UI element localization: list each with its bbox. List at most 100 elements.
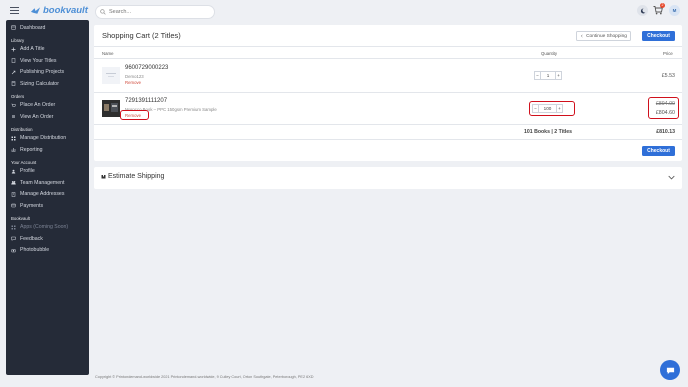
sidebar-item-label: Manage Distribution (20, 135, 67, 142)
sidebar-item-feedback[interactable]: Feedback (6, 233, 89, 245)
sidebar-item-apps: Apps (Coming Soon) (6, 222, 89, 234)
decrement-button[interactable]: − (534, 71, 541, 80)
list-icon (12, 115, 15, 118)
sidebar-item-dashboard[interactable]: Dashboard (6, 22, 89, 34)
product-isbn: 7291391111207 (125, 98, 168, 104)
search-input[interactable] (109, 9, 209, 15)
menu-icon[interactable] (10, 7, 19, 15)
chart-icon (11, 148, 16, 153)
sidebar-item-label: Profile (20, 168, 35, 175)
sidebar-item-manage-addresses[interactable]: Manage Addresses (6, 189, 89, 201)
search-icon (100, 9, 106, 15)
sidebar-item-label: Dashboard (20, 24, 46, 31)
sidebar-item-view-order[interactable]: View An Order (6, 111, 89, 123)
product-thumbnail (102, 100, 120, 117)
increment-button[interactable]: + (555, 71, 562, 80)
avatar[interactable]: M (669, 5, 680, 16)
highlight-annotation (529, 101, 575, 116)
divider (94, 92, 682, 93)
sidebar-section-distribution: Distribution (11, 126, 33, 132)
remove-link[interactable]: Remove (125, 80, 141, 85)
estimate-shipping-header[interactable]: Estimate Shipping (101, 173, 164, 180)
divider (94, 139, 682, 140)
sidebar-item-add-title[interactable]: Add A Title (6, 44, 89, 56)
highlight-annotation (120, 109, 149, 120)
grid-icon (11, 136, 16, 141)
chat-icon (666, 367, 674, 374)
sidebar-item-label: Place An Order (20, 102, 56, 109)
sidebar-item-label: Reporting (20, 146, 43, 153)
user-icon (11, 169, 16, 174)
credit-card-icon (11, 204, 16, 208)
dark-mode-toggle[interactable] (637, 5, 648, 16)
search-bar[interactable] (95, 5, 215, 19)
sidebar-item-label: Photobubble (20, 247, 50, 254)
quantity-input[interactable]: 1 (541, 71, 555, 80)
estimate-shipping-panel[interactable]: Estimate Shipping (94, 167, 682, 189)
quantity-stepper[interactable]: − 1 + (534, 71, 562, 80)
sidebar-item-reporting[interactable]: Reporting (6, 144, 89, 156)
cart-icon (11, 103, 16, 107)
column-header-name: Name (102, 51, 114, 56)
page-title: Shopping Cart (2 Titles) (102, 31, 181, 40)
cart-button[interactable]: 2 (653, 3, 665, 16)
book-cover-image (106, 73, 116, 77)
book-icon (11, 58, 16, 63)
continue-shopping-button[interactable]: Continue Shopping (576, 31, 631, 41)
book-cover-image (102, 100, 120, 117)
sidebar-item-label: Feedback (20, 235, 43, 242)
chat-widget-button[interactable] (660, 360, 680, 380)
plus-icon (11, 47, 16, 52)
team-icon (11, 181, 16, 185)
sidebar-item-photobubble[interactable]: Photobubble (6, 245, 89, 257)
checkout-button-bottom[interactable]: Checkout (642, 146, 675, 156)
checkout-button-top[interactable]: Checkout (642, 31, 675, 41)
sidebar-section-account: Your Account (11, 159, 37, 165)
sidebar-item-manage-distribution[interactable]: Manage Distribution (6, 133, 89, 145)
divider (94, 58, 682, 59)
dashboard-icon (11, 25, 16, 30)
feedback-icon (11, 237, 16, 242)
highlight-annotation (648, 97, 679, 119)
address-book-icon (11, 192, 16, 197)
column-header-quantity: Quantity (541, 51, 558, 56)
continue-shopping-label: Continue Shopping (586, 33, 627, 39)
product-isbn: 9600729000223 (125, 65, 169, 71)
column-header-price: Price (663, 51, 673, 56)
sidebar-item-place-order[interactable]: Place An Order (6, 100, 89, 112)
sidebar-item-label: Publishing Projects (20, 69, 65, 76)
sidebar-item-label: Payments (20, 202, 44, 209)
sidebar: Dashboard Library Add A Title View Your … (6, 20, 89, 375)
apps-icon (11, 225, 16, 230)
cart-count-badge: 2 (660, 3, 665, 8)
sidebar-section-bookvault: Bookvault (11, 215, 30, 221)
sidebar-item-profile[interactable]: Profile (6, 166, 89, 178)
logo-text: bookvault (43, 5, 88, 16)
totals-summary: 101 Books | 2 Titles (524, 129, 573, 135)
sidebar-item-label: View Your Titles (20, 57, 57, 64)
sidebar-item-label: Add A Title (20, 46, 45, 53)
estimate-shipping-label: Estimate Shipping (108, 173, 165, 180)
calculator-icon (11, 81, 16, 86)
top-bar: bookvault 2 M (0, 0, 688, 24)
camera-icon (11, 249, 16, 252)
sidebar-item-sizing-calculator[interactable]: Sizing Calculator (6, 78, 89, 90)
footer-copyright: Copyright © Printondemand-worldwide 2021… (95, 375, 314, 379)
shopping-cart-card: Shopping Cart (2 Titles) Continue Shoppi… (94, 25, 682, 161)
sidebar-item-label: View An Order (20, 113, 54, 120)
product-thumbnail (102, 67, 120, 84)
sidebar-item-publishing-projects[interactable]: Publishing Projects (6, 67, 89, 79)
sidebar-item-view-titles[interactable]: View Your Titles (6, 55, 89, 67)
logo[interactable]: bookvault (30, 5, 88, 16)
bird-icon (30, 6, 41, 14)
item-price: £5.53 (661, 73, 675, 79)
product-subtitle: Demo123 (125, 74, 144, 79)
divider (94, 124, 682, 125)
divider (94, 46, 682, 47)
sidebar-item-team-management[interactable]: Team Management (6, 177, 89, 189)
chevron-down-icon[interactable] (668, 175, 675, 180)
sidebar-item-payments[interactable]: Payments (6, 200, 89, 212)
cart-total: £810.13 (656, 129, 675, 135)
rocket-icon (11, 70, 16, 74)
sidebar-item-label: Sizing Calculator (20, 80, 59, 87)
